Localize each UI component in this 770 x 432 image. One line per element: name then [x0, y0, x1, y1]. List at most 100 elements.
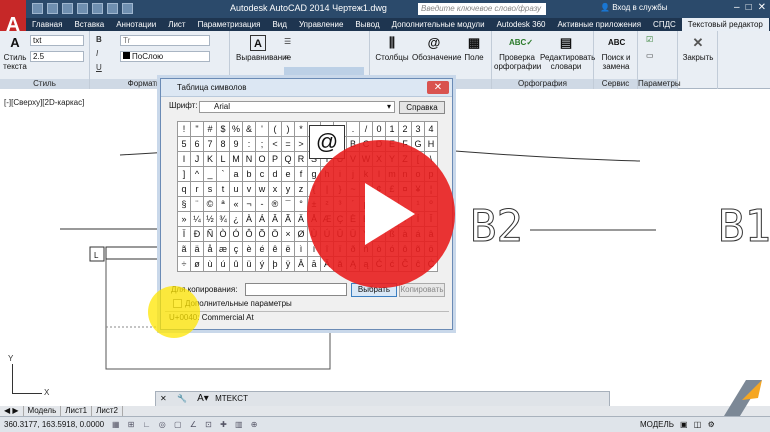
tab-spds[interactable]: СПДС [647, 18, 682, 31]
tab-parametric[interactable]: Параметризация [192, 18, 267, 31]
dialog-title-bar[interactable]: Таблица символов ✕ [161, 79, 452, 97]
options-check-icon[interactable]: ☑ [646, 35, 653, 44]
char-cell[interactable]: À [243, 212, 256, 227]
command-close-icon[interactable]: ✕ [156, 394, 171, 403]
char-cell[interactable]: ā [308, 257, 321, 272]
char-cell[interactable]: J [191, 152, 204, 167]
char-cell[interactable]: a [230, 167, 243, 182]
video-play-button[interactable] [307, 140, 455, 288]
char-cell[interactable]: u [230, 182, 243, 197]
spell-check-button[interactable]: ABC✓ Проверка орфографии [494, 35, 541, 71]
symbol-button[interactable]: @ Обозначение [412, 35, 461, 62]
char-cell[interactable]: P [269, 152, 282, 167]
char-cell[interactable]: ª [217, 197, 230, 212]
command-line[interactable]: ✕ 🔧 A▾ MTEKCT [155, 391, 610, 407]
columns-button[interactable]: ⫼ Столбцы [374, 35, 410, 62]
italic-icon[interactable]: I [96, 49, 98, 58]
char-cell[interactable]: ù [204, 257, 217, 272]
char-cell[interactable]: H [425, 137, 438, 152]
style-name-field[interactable]: txt [30, 35, 84, 46]
char-cell[interactable]: ® [269, 197, 282, 212]
char-cell[interactable]: ; [256, 137, 269, 152]
tab-home[interactable]: Главная [26, 18, 68, 31]
dialog-close-icon[interactable]: ✕ [427, 81, 449, 94]
char-cell[interactable]: M [230, 152, 243, 167]
char-cell[interactable]: 1 [386, 122, 399, 137]
char-cell[interactable]: Â [269, 212, 282, 227]
bold-icon[interactable]: B [96, 35, 102, 44]
drawing-text-b2[interactable]: B2 [470, 201, 524, 253]
redo-icon[interactable] [122, 3, 133, 14]
char-cell[interactable]: Ð [191, 227, 204, 242]
char-cell[interactable]: / [360, 122, 373, 137]
tab-autodesk360[interactable]: Autodesk 360 [491, 18, 552, 31]
open-icon[interactable] [47, 3, 58, 14]
char-cell[interactable]: ^ [191, 167, 204, 182]
char-cell[interactable]: ¾ [217, 212, 230, 227]
char-cell[interactable]: # [204, 122, 217, 137]
char-cell[interactable]: 2 [399, 122, 412, 137]
saveas-icon[interactable] [77, 3, 88, 14]
char-cell[interactable]: f [295, 167, 308, 182]
line-spacing-icon[interactable]: ≡ [284, 53, 289, 62]
tab-model[interactable]: Модель [24, 406, 62, 416]
underline-icon[interactable]: U [96, 63, 102, 72]
char-cell[interactable]: × [282, 227, 295, 242]
char-cell[interactable]: ü [243, 257, 256, 272]
tab-text-editor[interactable]: Текстовый редактор [681, 18, 769, 31]
char-cell[interactable]: K [204, 152, 217, 167]
char-cell[interactable]: 0 [373, 122, 386, 137]
char-cell[interactable]: ¯ [282, 197, 295, 212]
close-icon[interactable]: ✕ [758, 2, 766, 13]
char-cell[interactable]: » [178, 212, 191, 227]
char-cell[interactable]: ¼ [191, 212, 204, 227]
char-cell[interactable]: ¿ [230, 212, 243, 227]
print-icon[interactable] [92, 3, 103, 14]
char-cell[interactable]: r [191, 182, 204, 197]
tab-output[interactable]: Вывод [349, 18, 385, 31]
field-button[interactable]: ▦ Поле [460, 35, 488, 62]
wrench-icon[interactable]: 🔧 [173, 394, 191, 403]
char-cell[interactable]: . [347, 122, 360, 137]
tab-sheet1[interactable]: Лист1 [61, 406, 93, 416]
char-cell[interactable]: è [243, 242, 256, 257]
tab-featured-apps[interactable]: Активные приложения [552, 18, 648, 31]
char-cell[interactable]: O [256, 152, 269, 167]
char-cell[interactable]: 6 [191, 137, 204, 152]
char-cell[interactable]: ' [256, 122, 269, 137]
char-cell[interactable]: Ö [269, 227, 282, 242]
tab-view[interactable]: Вид [266, 18, 292, 31]
ruler-icon[interactable]: ▭ [646, 51, 654, 60]
char-cell[interactable]: Ø [295, 227, 308, 242]
char-cell[interactable]: Ô [243, 227, 256, 242]
char-cell[interactable]: d [269, 167, 282, 182]
char-cell[interactable]: ¬ [243, 197, 256, 212]
char-cell[interactable]: y [282, 182, 295, 197]
char-cell[interactable]: ½ [204, 212, 217, 227]
char-cell[interactable]: _ [204, 167, 217, 182]
font-select[interactable]: Arial ▾ [199, 101, 395, 113]
char-cell[interactable]: « [230, 197, 243, 212]
undo-icon[interactable] [107, 3, 118, 14]
save-icon[interactable] [62, 3, 73, 14]
login-link[interactable]: 👤 Вход в службы [600, 3, 668, 12]
font-field[interactable]: Tr [120, 35, 210, 46]
char-cell[interactable]: 5 [178, 137, 191, 152]
char-cell[interactable]: & [243, 122, 256, 137]
char-cell[interactable]: © [204, 197, 217, 212]
char-cell[interactable]: x [269, 182, 282, 197]
char-cell[interactable]: - [256, 197, 269, 212]
char-cell[interactable]: § [178, 197, 191, 212]
char-cell[interactable]: : [243, 137, 256, 152]
char-cell[interactable]: æ [217, 242, 230, 257]
char-cell[interactable]: Q [282, 152, 295, 167]
char-cell[interactable]: ` [217, 167, 230, 182]
char-cell[interactable]: û [230, 257, 243, 272]
char-cell[interactable]: ã [178, 242, 191, 257]
char-cell[interactable]: ë [282, 242, 295, 257]
char-cell[interactable]: é [256, 242, 269, 257]
char-cell[interactable]: * [295, 122, 308, 137]
tab-addins[interactable]: Дополнительные модули [386, 18, 491, 31]
char-cell[interactable]: ] [178, 167, 191, 182]
help-button[interactable]: Справка [399, 101, 445, 114]
